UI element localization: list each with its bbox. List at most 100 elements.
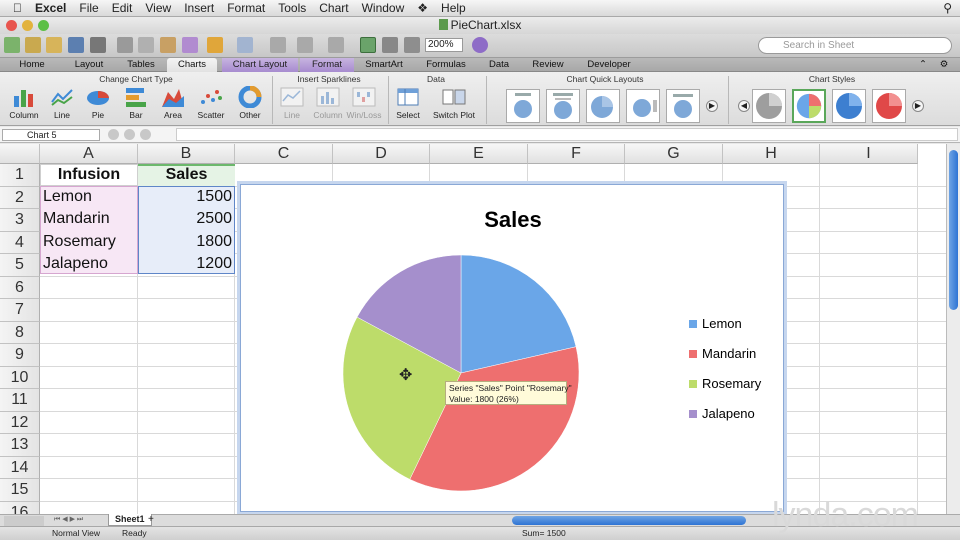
add-sheet-icon[interactable]: + [148,514,154,525]
menu-format[interactable]: Format [227,1,265,15]
chart-styles-next-icon[interactable]: ▶ [912,100,924,112]
tab-review[interactable]: Review [526,58,570,72]
menu-app-excel[interactable]: Excel [35,1,66,15]
row-header-7[interactable]: 7 [0,299,40,322]
tab-chart-layout[interactable]: Chart Layout [222,58,298,72]
cancel-formula-icon[interactable] [108,129,119,140]
row-header-13[interactable]: 13 [0,434,40,457]
column-header-e[interactable]: E [430,144,528,164]
filter-icon[interactable] [328,37,344,53]
row-header-3[interactable]: 3 [0,209,40,232]
tab-format[interactable]: Format [300,58,354,72]
sort-icon[interactable] [297,37,313,53]
menu-edit[interactable]: Edit [112,1,133,15]
menu-tools[interactable]: Tools [278,1,306,15]
header-cell-sales[interactable]: Sales [138,164,235,186]
copy-icon[interactable] [138,37,154,53]
chart-style-4[interactable] [872,89,906,123]
redo-icon[interactable] [237,37,253,53]
other-chart-button[interactable]: Other [228,86,272,120]
column-header-c[interactable]: C [235,144,333,164]
chart-title[interactable]: Sales [484,207,542,232]
zoom-select[interactable]: 200% [425,38,463,52]
legend-label-rosemary[interactable]: Rosemary [702,376,762,391]
column-header-h[interactable]: H [723,144,820,164]
script-menu-icon[interactable]: ❖ [417,1,428,15]
column-header-f[interactable]: F [528,144,625,164]
cut-icon[interactable] [117,37,133,53]
insert-function-icon[interactable] [140,129,151,140]
chart-styles-prev-icon[interactable]: ◀ [738,100,750,112]
cell-sales[interactable]: 2500 [140,210,232,228]
tab-layout[interactable]: Layout [64,58,114,72]
select-all-corner[interactable] [0,144,40,164]
collapse-ribbon-icon[interactable]: ⌃ [916,58,930,72]
menu-view[interactable]: View [145,1,171,15]
minimize-window-icon[interactable] [22,20,33,31]
pie-chart[interactable]: Sales Lemon Mandarin Rosemary Jalapeno Seri… [240,184,784,512]
legend-label-mandarin[interactable]: Mandarin [702,346,756,361]
column-header-d[interactable]: D [333,144,430,164]
tab-charts[interactable]: Charts [167,58,217,72]
tab-formulas[interactable]: Formulas [418,58,474,72]
sheet-nav-arrows-icon[interactable]: ⏮ ◀ ▶ ⏭ [54,515,83,524]
apple-menu-icon[interactable]:  [13,1,22,15]
undo-icon[interactable] [207,37,223,53]
open-icon[interactable] [46,37,62,53]
column-header-b[interactable]: B [138,144,235,164]
tab-tables[interactable]: Tables [118,58,164,72]
row-header-12[interactable]: 12 [0,411,40,434]
scatter-chart-button[interactable]: Scatter [189,86,233,120]
toolbox-icon[interactable] [404,37,420,53]
view-buttons[interactable] [4,516,44,526]
chart-style-3[interactable] [832,89,866,123]
vertical-scroll-thumb[interactable] [949,150,958,310]
menu-file[interactable]: File [79,1,98,15]
quick-layout-next-icon[interactable]: ▶ [706,100,718,112]
save-icon[interactable] [68,37,84,53]
format-painter-icon[interactable] [182,37,198,53]
spotlight-icon[interactable]: ⚲ [943,1,952,15]
quick-layout-2[interactable] [546,89,580,123]
quick-layout-4[interactable] [626,89,660,123]
row-header-5[interactable]: 5 [0,254,40,277]
row-header-9[interactable]: 9 [0,344,40,367]
menu-help[interactable]: Help [441,1,466,15]
zoom-window-icon[interactable] [38,20,49,31]
quick-layout-3[interactable] [586,89,620,123]
horizontal-scroll-thumb[interactable] [512,516,746,525]
templates-icon[interactable] [25,37,41,53]
row-header-14[interactable]: 14 [0,456,40,479]
tab-data[interactable]: Data [480,58,518,72]
row-header-1[interactable]: 1 [0,164,40,187]
sparkline-winloss-button[interactable]: Win/Loss [342,86,386,120]
vertical-scrollbar[interactable] [946,144,960,514]
cell-infusion[interactable]: Mandarin [43,210,110,228]
row-header-8[interactable]: 8 [0,321,40,344]
help-icon[interactable] [472,37,488,53]
accept-formula-icon[interactable] [124,129,135,140]
formula-builder-icon[interactable] [360,37,376,53]
row-header-11[interactable]: 11 [0,389,40,412]
row-header-10[interactable]: 10 [0,366,40,389]
row-header-15[interactable]: 15 [0,479,40,502]
header-cell-infusion[interactable]: Infusion [40,164,138,186]
column-header-g[interactable]: G [625,144,723,164]
legend-label-jalapeno[interactable]: Jalapeno [702,406,755,421]
chart-style-2[interactable] [792,89,826,123]
search-in-sheet-input[interactable]: Search in Sheet [758,37,952,54]
column-header-i[interactable]: I [820,144,918,164]
gallery-icon[interactable] [382,37,398,53]
quick-layout-1[interactable] [506,89,540,123]
cell-sales[interactable]: 1800 [140,233,232,251]
paste-icon[interactable] [160,37,176,53]
cell-infusion[interactable]: Rosemary [43,233,116,251]
cell-infusion[interactable]: Lemon [43,188,92,206]
close-window-icon[interactable] [6,20,17,31]
switch-plot-button[interactable]: Switch Plot [428,86,480,120]
select-data-button[interactable]: Select [386,86,430,120]
row-header-4[interactable]: 4 [0,231,40,254]
row-header-6[interactable]: 6 [0,276,40,299]
tab-developer[interactable]: Developer [580,58,638,72]
chart-style-1[interactable] [752,89,786,123]
